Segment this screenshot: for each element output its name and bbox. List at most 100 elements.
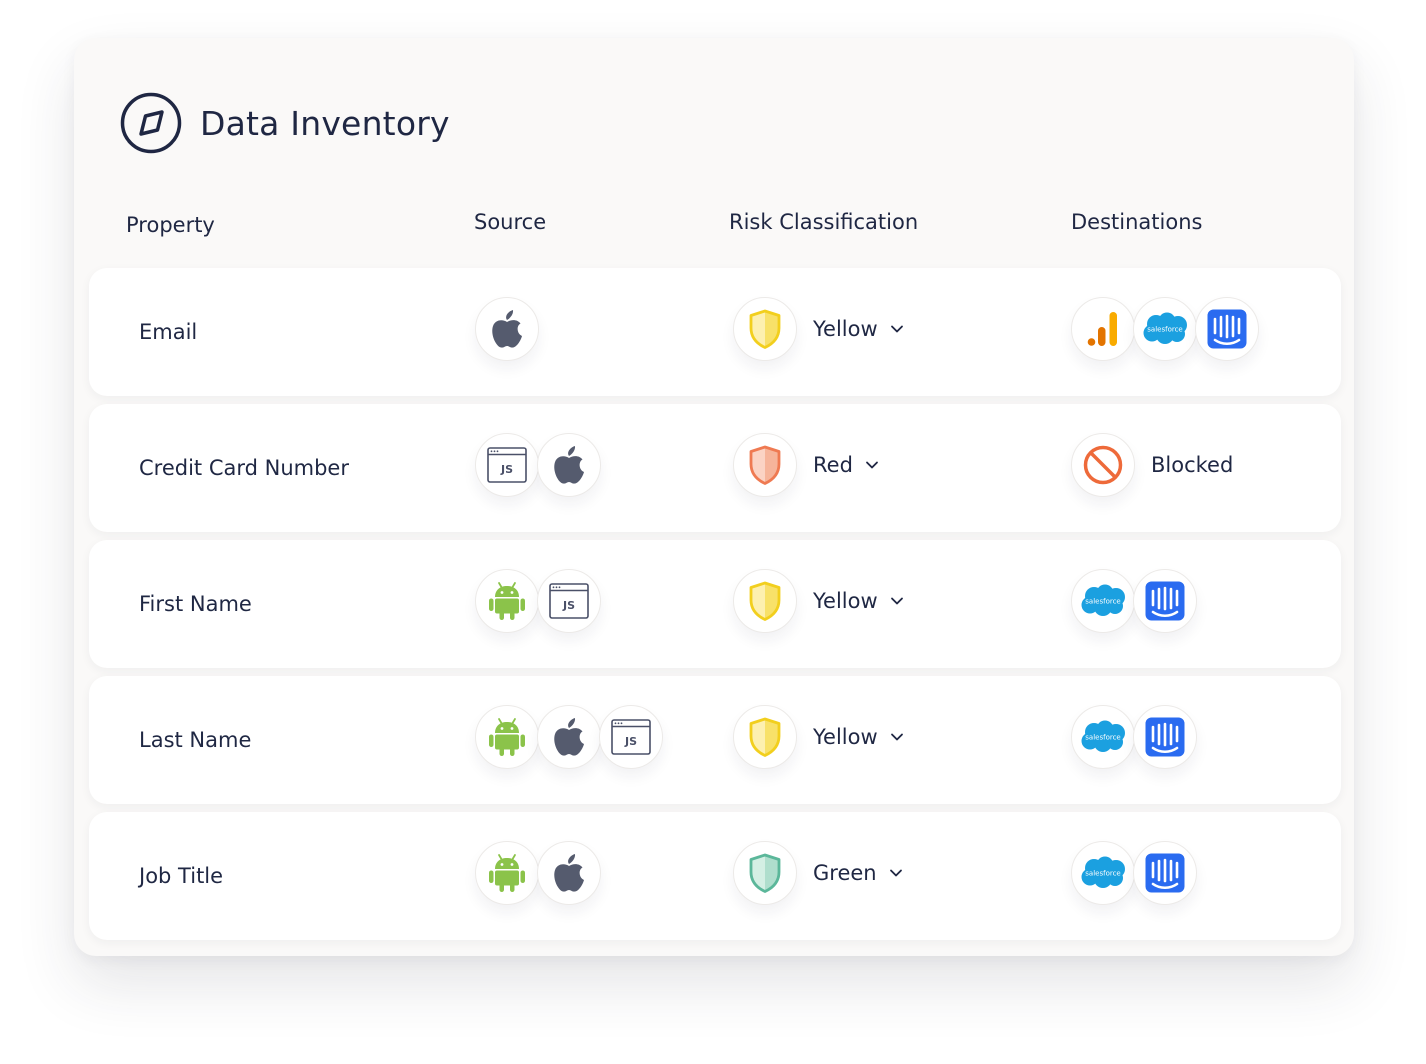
source-badge — [475, 841, 539, 905]
destination-badge: salesforce — [1071, 841, 1135, 905]
shield-yellow-icon — [749, 581, 781, 621]
salesforce-icon: salesforce — [1143, 312, 1187, 344]
blocked-status: Blocked — [1151, 453, 1234, 477]
source-icons — [475, 841, 601, 905]
destination-badge: salesforce — [1071, 705, 1135, 769]
source-icons: JS — [475, 569, 601, 633]
shield-green-icon — [749, 853, 781, 893]
salesforce-icon: salesforce — [1081, 856, 1125, 888]
risk-label: Red — [813, 453, 853, 477]
destination-badge — [1133, 841, 1197, 905]
source-badge — [475, 705, 539, 769]
javascript-label: JS — [624, 735, 637, 748]
apple-icon — [492, 310, 522, 348]
risk-classification-dropdown[interactable]: Yellow — [733, 569, 904, 633]
column-header-destinations: Destinations — [1071, 210, 1203, 234]
source-icons: JS — [475, 705, 663, 769]
source-badge — [537, 841, 601, 905]
salesforce-label: salesforce — [1147, 326, 1182, 334]
intercom-icon — [1145, 853, 1185, 893]
shield-yellow-icon — [749, 309, 781, 349]
table-row: Email Yellow salesforce — [89, 268, 1341, 396]
intercom-icon — [1145, 717, 1185, 757]
destination-icons: salesforce — [1071, 705, 1197, 769]
chevron-down-icon — [890, 325, 903, 333]
salesforce-label: salesforce — [1085, 870, 1120, 878]
intercom-icon — [1145, 581, 1185, 621]
source-icons: JS — [475, 433, 601, 497]
source-badge: JS — [475, 433, 539, 497]
salesforce-label: salesforce — [1085, 598, 1120, 606]
destination-badge — [1071, 297, 1135, 361]
property-name: Credit Card Number — [139, 456, 349, 480]
risk-classification-dropdown[interactable]: Red — [733, 433, 879, 497]
android-icon — [489, 854, 525, 892]
risk-shield-badge — [733, 433, 797, 497]
salesforce-label: salesforce — [1085, 734, 1120, 742]
risk-classification-dropdown[interactable]: Yellow — [733, 297, 904, 361]
destination-badge — [1133, 569, 1197, 633]
javascript-label: JS — [500, 463, 513, 476]
android-icon — [489, 582, 525, 620]
risk-label: Yellow — [813, 589, 878, 613]
source-badge — [475, 569, 539, 633]
column-header-source: Source — [474, 210, 547, 234]
javascript-label: JS — [562, 599, 575, 612]
apple-icon — [554, 718, 584, 756]
risk-label: Yellow — [813, 317, 878, 341]
risk-classification-dropdown[interactable]: Green — [733, 841, 903, 905]
risk-shield-badge — [733, 569, 797, 633]
header: Data Inventory — [120, 92, 450, 154]
source-icons — [475, 297, 539, 361]
property-name: Email — [139, 320, 198, 344]
destination-icons: Blocked — [1071, 433, 1233, 497]
property-name: Last Name — [139, 728, 252, 752]
source-badge: JS — [599, 705, 663, 769]
table-row: Job Title Green salesforce — [89, 812, 1341, 940]
table-row: Last Name JS Yellow salesforce — [89, 676, 1341, 804]
chevron-down-icon — [889, 869, 902, 877]
risk-shield-badge — [733, 841, 797, 905]
salesforce-icon: salesforce — [1081, 720, 1125, 752]
risk-shield-badge — [733, 297, 797, 361]
property-name: Job Title — [139, 864, 224, 888]
destination-badge: salesforce — [1133, 297, 1197, 361]
shield-red-icon — [749, 445, 781, 485]
table-row: First Name JS Yellow salesforce — [89, 540, 1341, 668]
compass-icon — [120, 92, 182, 154]
column-header-property: Property — [126, 213, 215, 237]
risk-label: Green — [813, 861, 877, 885]
chevron-down-icon — [890, 597, 903, 605]
apple-icon — [554, 446, 584, 484]
destination-badge — [1195, 297, 1259, 361]
risk-label: Yellow — [813, 725, 878, 749]
shield-yellow-icon — [749, 717, 781, 757]
intercom-icon — [1207, 309, 1247, 349]
javascript-icon: JS — [549, 583, 589, 619]
destination-badge — [1071, 433, 1135, 497]
destination-badge: salesforce — [1071, 569, 1135, 633]
source-badge — [475, 297, 539, 361]
chevron-down-icon — [866, 461, 878, 469]
apple-icon — [554, 854, 584, 892]
destination-icons: salesforce — [1071, 297, 1259, 361]
javascript-icon: JS — [487, 447, 527, 483]
data-inventory-card: Data Inventory Property Source Risk Clas… — [74, 38, 1354, 956]
column-header-risk: Risk Classification — [729, 210, 919, 234]
source-badge — [537, 433, 601, 497]
destination-icons: salesforce — [1071, 841, 1197, 905]
destination-icons: salesforce — [1071, 569, 1197, 633]
blocked-icon — [1083, 445, 1123, 485]
javascript-icon: JS — [611, 719, 651, 755]
source-badge: JS — [537, 569, 601, 633]
salesforce-icon: salesforce — [1081, 584, 1125, 616]
source-badge — [537, 705, 601, 769]
table-row: Credit Card Number JS Red Blocked — [89, 404, 1341, 532]
chevron-down-icon — [890, 733, 903, 741]
risk-classification-dropdown[interactable]: Yellow — [733, 705, 904, 769]
risk-shield-badge — [733, 705, 797, 769]
page-title: Data Inventory — [200, 103, 450, 143]
google-analytics-icon — [1087, 312, 1117, 346]
destination-badge — [1133, 705, 1197, 769]
property-name: First Name — [139, 592, 252, 616]
